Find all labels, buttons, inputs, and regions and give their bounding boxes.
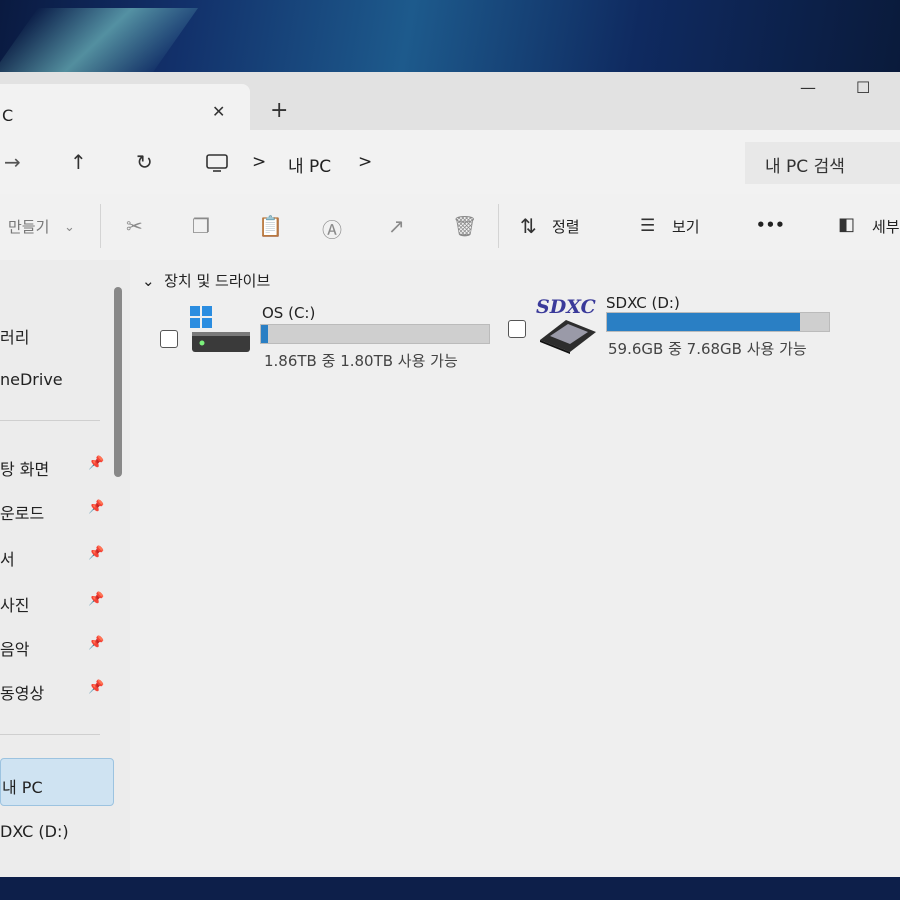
sidebar-divider	[0, 734, 100, 735]
command-bar: 만들기 ⌄ ✂ ❐ 📋 Ⓐ ↗ 🗑 ⇅ 정렬 ☰ 보기 ••• ◧ 세부	[0, 194, 900, 261]
pin-icon: 📌	[88, 592, 105, 607]
drive-d-free-space: 59.6GB 중 7.68GB 사용 가능	[608, 340, 807, 358]
drive-c-free-space: 1.86TB 중 1.80TB 사용 가능	[264, 352, 458, 370]
pin-icon: 📌	[88, 500, 105, 515]
details-pane-icon: ◧	[838, 214, 856, 235]
drive-c-usage-bar	[260, 324, 490, 344]
navigation-pane: 러리 neDrive 탕 화면 📌 운로드 📌 서 📌 사진 📌 음악 📌 동영…	[0, 260, 130, 877]
refresh-icon[interactable]: ↻	[136, 150, 153, 174]
breadcrumb-this-pc[interactable]: 내 PC	[288, 152, 331, 177]
sidebar-divider	[0, 420, 100, 421]
sdxc-logo-text: SDXC	[536, 296, 596, 318]
copy-icon[interactable]: ❐	[192, 214, 210, 238]
drive-c-name[interactable]: OS (C:)	[262, 304, 315, 322]
sidebar-item-onedrive[interactable]: neDrive	[0, 370, 63, 389]
minimize-button[interactable]: —	[800, 78, 816, 97]
pin-icon: 📌	[88, 456, 105, 471]
toolbar-divider	[100, 204, 101, 248]
toolbar-divider	[498, 204, 499, 248]
forward-icon[interactable]: →	[4, 150, 21, 174]
sidebar-item-gallery[interactable]: 러리	[0, 324, 29, 348]
rename-icon[interactable]: Ⓐ	[322, 214, 342, 243]
sidebar-item-downloads[interactable]: 운로드	[0, 500, 44, 524]
chevron-down-icon: ⌄	[64, 220, 75, 235]
drive-c-checkbox[interactable]	[160, 330, 178, 348]
pin-icon: 📌	[88, 546, 105, 561]
drive-d-usage-bar	[606, 312, 830, 332]
drive-d-usage-fill	[607, 313, 801, 331]
sidebar-item-videos[interactable]: 동영상	[0, 680, 44, 704]
tab-title: C	[2, 106, 14, 125]
sidebar-item-this-pc[interactable]: 내 PC	[2, 774, 43, 798]
sort-button[interactable]: 정렬	[552, 216, 580, 237]
new-tab-button[interactable]: +	[270, 98, 288, 123]
more-options-button[interactable]: •••	[756, 216, 785, 234]
sidebar-scrollbar[interactable]	[114, 287, 122, 477]
card-reader-icon	[540, 320, 596, 354]
sort-icon: ⇅	[520, 214, 537, 238]
title-bar: C ✕ + — ☐	[0, 72, 900, 130]
maximize-button[interactable]: ☐	[856, 78, 870, 97]
up-icon[interactable]: ↑	[70, 150, 87, 174]
pin-icon: 📌	[88, 636, 105, 651]
close-tab-icon[interactable]: ✕	[212, 102, 225, 121]
section-header-label: 장치 및 드라이브	[164, 272, 271, 290]
view-icon: ☰	[640, 216, 656, 236]
drive-d-checkbox[interactable]	[508, 320, 526, 338]
content-pane: ⌄ 장치 및 드라이브 OS (C:) 1.86TB 중 1.80TB 사용 가…	[130, 260, 900, 877]
cut-icon[interactable]: ✂	[126, 214, 143, 238]
monitor-icon	[206, 154, 228, 172]
details-button[interactable]: 세부	[872, 216, 900, 237]
breadcrumb-separator: >	[252, 152, 267, 172]
pin-icon: 📌	[88, 680, 105, 695]
sidebar-item-pictures[interactable]: 사진	[0, 592, 29, 616]
breadcrumb[interactable]: > 내 PC >	[190, 142, 740, 184]
breadcrumb-separator-end[interactable]: >	[358, 152, 372, 172]
new-button[interactable]: 만들기	[8, 216, 49, 237]
address-bar: → ↑ ↻ > 내 PC > 내 PC 검색	[0, 130, 900, 195]
section-header[interactable]: ⌄ 장치 및 드라이브	[142, 270, 270, 291]
sidebar-item-sdxc[interactable]: DXC (D:)	[0, 822, 69, 841]
sdxc-card-icon[interactable]: SDXC	[534, 296, 600, 354]
paste-icon[interactable]: 📋	[258, 214, 283, 238]
share-icon[interactable]: ↗	[388, 214, 405, 238]
windows-hard-drive-icon[interactable]	[190, 306, 252, 354]
sidebar-item-documents[interactable]: 서	[0, 546, 15, 570]
sidebar-item-music[interactable]: 음악	[0, 636, 29, 660]
file-explorer-window: C ✕ + — ☐ → ↑ ↻ > 내 PC > 내 PC 검색 만들기 ⌄ ✂…	[0, 72, 900, 877]
delete-icon[interactable]: 🗑	[452, 214, 477, 238]
search-placeholder: 내 PC 검색	[765, 157, 845, 177]
drive-d-name[interactable]: SDXC (D:)	[606, 294, 680, 312]
search-input[interactable]: 내 PC 검색	[745, 142, 900, 184]
drive-c-usage-fill	[261, 325, 268, 343]
view-button[interactable]: 보기	[672, 216, 700, 237]
sidebar-item-desktop[interactable]: 탕 화면	[0, 456, 49, 480]
